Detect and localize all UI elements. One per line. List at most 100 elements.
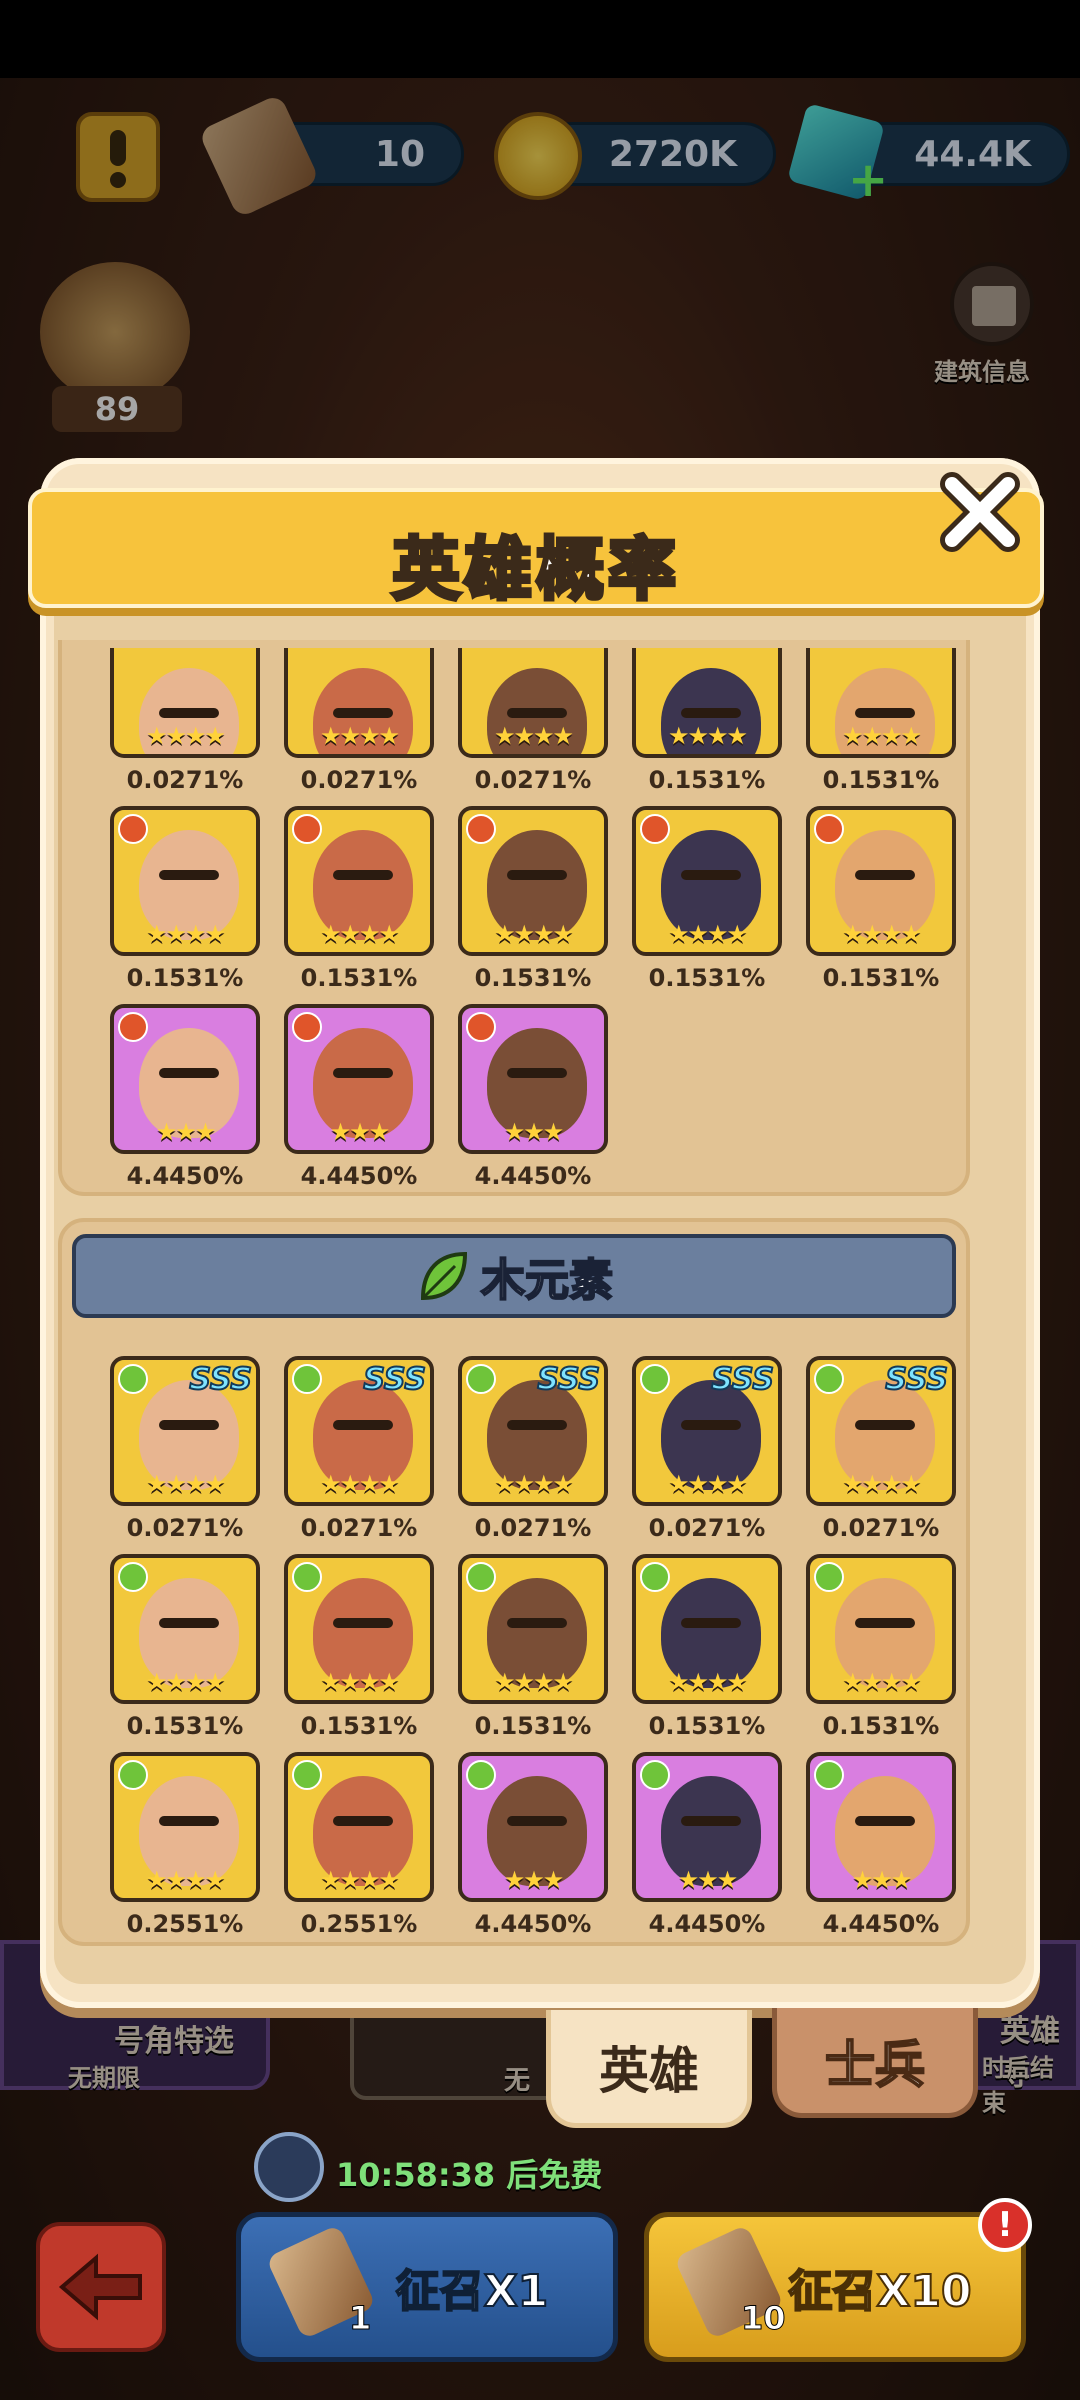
hero-card[interactable]: ★★★★ <box>806 806 956 956</box>
star-rating: ★★★★ <box>841 1470 922 1498</box>
modal-title: 英雄概率 <box>390 529 680 612</box>
hero-card[interactable]: ★★★ <box>806 1752 956 1902</box>
hero-eyes <box>681 1816 741 1826</box>
hero-eyes <box>507 708 567 718</box>
leaf-element-icon <box>118 1562 148 1592</box>
hero-card[interactable]: ★★★ <box>110 1004 260 1154</box>
hero-card[interactable]: ★★★★ <box>458 806 608 956</box>
hero-card[interactable]: ★★★★ <box>806 648 956 758</box>
hero-card[interactable]: ★★★★ <box>632 1554 782 1704</box>
hero-probability: 0.1531% <box>822 1712 940 1740</box>
star-rating: ★★★★ <box>145 1866 226 1894</box>
hero-probability: 0.1531% <box>474 1712 592 1740</box>
hero-probability: 0.0271% <box>126 766 244 794</box>
hero-card[interactable]: ★★★★ <box>110 806 260 956</box>
star-rating: ★★★★ <box>145 920 226 948</box>
sss-rank-badge: SSS <box>362 1361 427 1398</box>
star-rating: ★★★ <box>851 1866 913 1894</box>
hero-card[interactable]: ★★★★ <box>284 806 434 956</box>
hero-card[interactable]: ★★★★ <box>110 1554 260 1704</box>
hero-eyes <box>333 1816 393 1826</box>
hero-eyes <box>159 1816 219 1826</box>
free-timer: 10:58:38 后免费 <box>336 2156 603 2194</box>
hero-card[interactable]: ★★★★ <box>632 648 782 758</box>
leaf-element-icon <box>118 1760 148 1790</box>
summon-one-label: 征召X1 <box>395 2265 550 2318</box>
summon-one-button[interactable]: 1 征召X1 <box>236 2212 618 2362</box>
hero-eyes <box>681 708 741 718</box>
hero-probability: 0.1531% <box>822 766 940 794</box>
fire-element-icon <box>118 814 148 844</box>
hero-eyes <box>507 1618 567 1628</box>
hero-eyes <box>855 1618 915 1628</box>
hero-card[interactable]: ★★★★ <box>110 1752 260 1902</box>
star-rating: ★★★ <box>155 1118 217 1146</box>
leaf-icon <box>420 1251 468 1301</box>
hero-eyes <box>507 870 567 880</box>
star-rating: ★★★★ <box>841 1668 922 1696</box>
star-rating: ★★★ <box>503 1118 565 1146</box>
fire-element-icon <box>292 814 322 844</box>
star-rating: ★★★★ <box>841 920 922 948</box>
hero-eyes <box>159 1618 219 1628</box>
arrow-left-icon <box>58 2253 142 2321</box>
hero-probability: 0.1531% <box>648 766 766 794</box>
summon-ten-alert-badge: ! <box>978 2198 1032 2252</box>
hero-card[interactable]: ★★★★ <box>110 648 260 758</box>
summon-ten-button[interactable]: 10 征召X10 <box>644 2212 1026 2362</box>
hero-eyes <box>855 708 915 718</box>
hero-probability: 0.0271% <box>474 1514 592 1542</box>
hero-card[interactable]: SSS ★★★★ <box>806 1356 956 1506</box>
hero-eyes <box>333 1068 393 1078</box>
hero-card[interactable]: ★★★★ <box>284 1752 434 1902</box>
hero-card[interactable]: ★★★★ <box>806 1554 956 1704</box>
hero-probability: 0.0271% <box>300 1514 418 1542</box>
fire-element-icon <box>292 1012 322 1042</box>
modal-title-banner: 英雄概率 <box>28 488 1044 612</box>
star-rating: ★★★★ <box>493 920 574 948</box>
star-rating: ★★★ <box>503 1866 565 1894</box>
tab-heroes[interactable]: 英雄 <box>546 2010 752 2128</box>
hero-card[interactable]: ★★★★ <box>458 1554 608 1704</box>
hero-probability: 0.1531% <box>648 964 766 992</box>
hero-card[interactable]: SSS ★★★★ <box>458 1356 608 1506</box>
star-rating: ★★★★ <box>145 1470 226 1498</box>
hero-card[interactable]: ★★★ <box>632 1752 782 1902</box>
tab-soldiers[interactable]: 士兵 <box>772 2008 978 2118</box>
hero-card[interactable]: SSS ★★★★ <box>632 1356 782 1506</box>
hero-card[interactable]: ★★★ <box>458 1752 608 1902</box>
leaf-element-icon <box>814 1364 844 1394</box>
hero-eyes <box>855 1816 915 1826</box>
summon-ten-badge: 10 <box>741 2299 787 2338</box>
hero-eyes <box>159 1420 219 1430</box>
star-rating: ★★★★ <box>319 920 400 948</box>
tab-heroes-label: 英雄 <box>599 2041 699 2100</box>
fire-element-icon <box>814 814 844 844</box>
star-rating: ★★★ <box>329 1118 391 1146</box>
hero-probability: 0.1531% <box>126 964 244 992</box>
hero-card[interactable]: ★★★ <box>458 1004 608 1154</box>
hero-card[interactable]: ★★★★ <box>458 648 608 758</box>
leaf-element-icon <box>292 1364 322 1394</box>
hero-card[interactable]: SSS ★★★★ <box>284 1356 434 1506</box>
hero-probability: 0.1531% <box>822 964 940 992</box>
fire-element-icon <box>118 1012 148 1042</box>
hero-probability: 0.0271% <box>126 1514 244 1542</box>
hero-eyes <box>333 708 393 718</box>
hero-card[interactable]: SSS ★★★★ <box>110 1356 260 1506</box>
back-button[interactable] <box>36 2222 166 2352</box>
leaf-element-icon <box>466 1760 496 1790</box>
star-rating: ★★★★ <box>667 920 748 948</box>
star-rating: ★★★★ <box>493 1668 574 1696</box>
close-button[interactable] <box>938 470 1022 554</box>
hero-card[interactable]: ★★★★ <box>632 806 782 956</box>
leaf-element-icon <box>118 1364 148 1394</box>
hero-card[interactable]: ★★★ <box>284 1004 434 1154</box>
leaf-element-icon <box>292 1760 322 1790</box>
hero-eyes <box>159 870 219 880</box>
hero-card[interactable]: ★★★★ <box>284 648 434 758</box>
alert-mark: ! <box>997 2205 1013 2245</box>
hero-card[interactable]: ★★★★ <box>284 1554 434 1704</box>
hero-eyes <box>333 1618 393 1628</box>
hero-probability: 0.1531% <box>300 1712 418 1740</box>
